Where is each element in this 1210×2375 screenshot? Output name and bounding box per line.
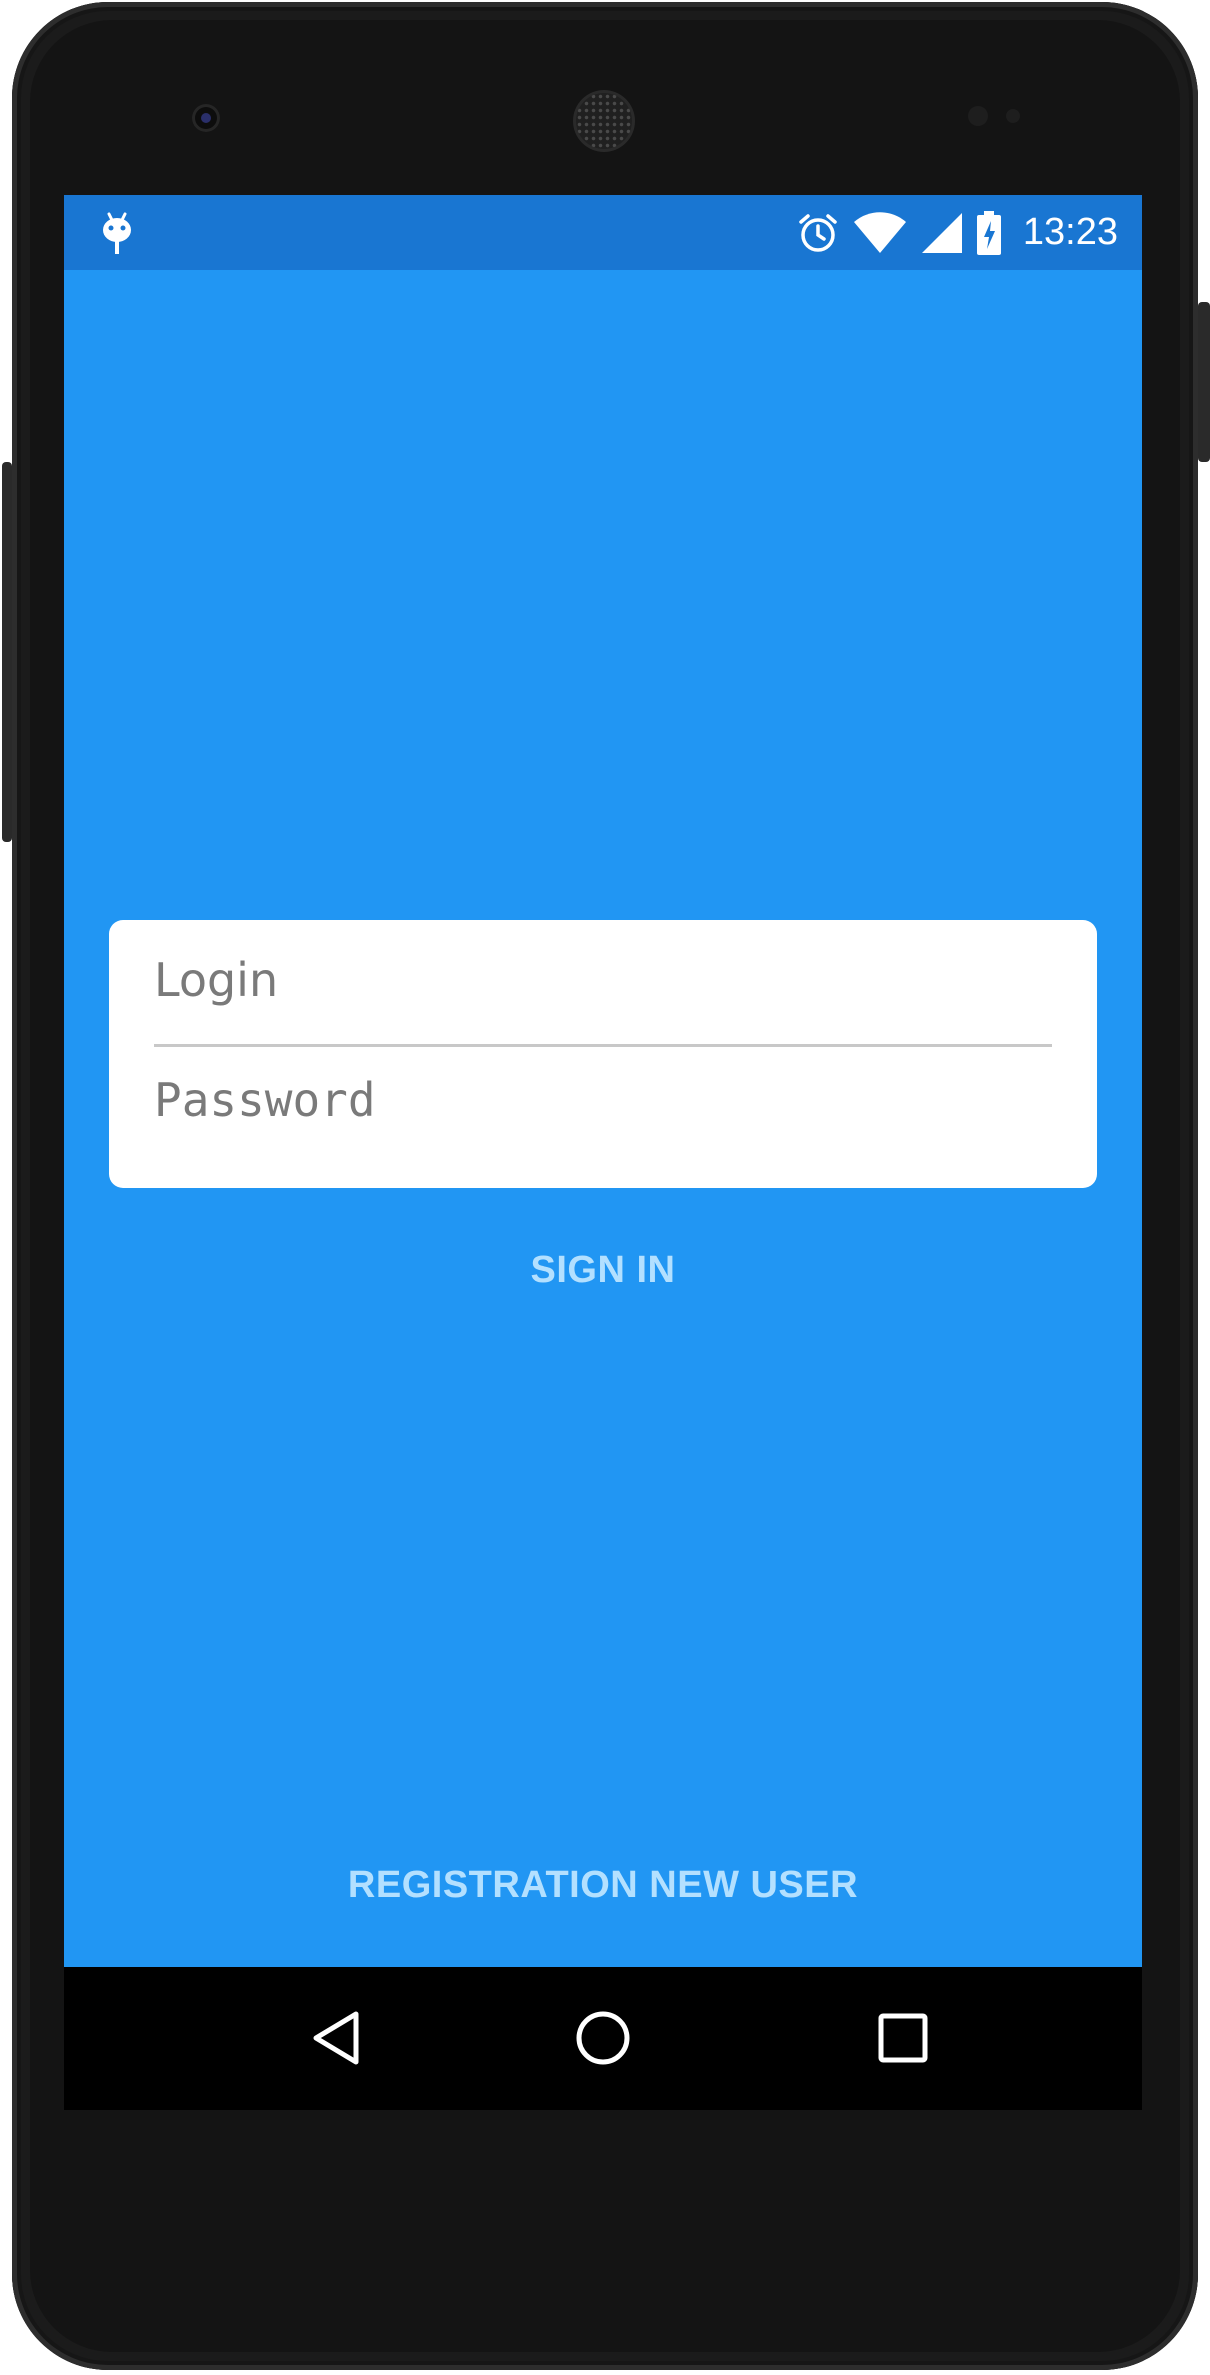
login-card bbox=[109, 920, 1097, 1188]
power-button bbox=[1198, 302, 1210, 462]
back-icon[interactable] bbox=[303, 2003, 373, 2073]
front-camera bbox=[192, 104, 220, 132]
volume-button bbox=[2, 462, 12, 842]
status-icons: 13:23 bbox=[797, 195, 1118, 270]
earpiece-speaker bbox=[576, 93, 632, 149]
battery-charging-icon bbox=[976, 210, 1001, 255]
navigation-bar bbox=[64, 1967, 1142, 2110]
wifi-icon bbox=[853, 211, 907, 254]
status-time: 13:23 bbox=[1022, 211, 1118, 253]
alarm-icon bbox=[797, 212, 839, 254]
login-input[interactable] bbox=[154, 950, 1052, 1010]
password-input[interactable] bbox=[154, 1070, 1052, 1130]
sign-in-button[interactable]: SIGN IN bbox=[453, 1235, 753, 1305]
home-icon[interactable] bbox=[568, 2003, 638, 2073]
recent-apps-icon[interactable] bbox=[868, 2003, 938, 2073]
app-screen: 13:23 SIGN IN REGISTRATION NEW USER bbox=[64, 195, 1142, 2110]
signal-icon bbox=[921, 212, 963, 254]
proximity-sensor bbox=[968, 106, 988, 126]
android-debug-icon bbox=[100, 211, 134, 255]
registration-new-user-button[interactable]: REGISTRATION NEW USER bbox=[303, 1850, 903, 1920]
light-sensor bbox=[1006, 109, 1020, 123]
field-divider bbox=[154, 1044, 1052, 1047]
status-bar: 13:23 bbox=[64, 195, 1142, 270]
